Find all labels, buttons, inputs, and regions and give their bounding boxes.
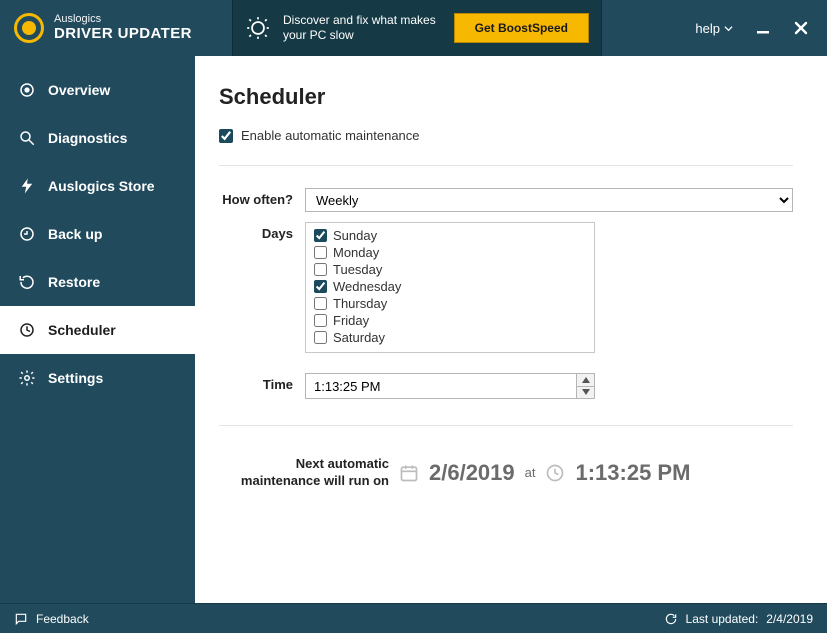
sidebar-item-diagnostics[interactable]: Diagnostics — [0, 114, 195, 162]
days-listbox: Sunday Monday Tuesday Wednesday Thursday… — [305, 222, 595, 353]
restore-icon — [18, 273, 36, 291]
footer: Feedback Last updated: 2/4/2019 — [0, 603, 827, 633]
promo-line2: your PC slow — [283, 28, 436, 43]
next-run-value: 2/6/2019 at 1:13:25 PM — [399, 460, 690, 486]
day-row-wednesday[interactable]: Wednesday — [314, 278, 586, 295]
lightbulb-icon — [245, 15, 271, 41]
day-label: Thursday — [333, 296, 387, 311]
titlebar-right: help — [602, 20, 827, 36]
sidebar-item-overview[interactable]: Overview — [0, 66, 195, 114]
sidebar-item-label: Auslogics Store — [48, 178, 155, 194]
brand-line1: Auslogics — [54, 14, 192, 26]
day-checkbox[interactable] — [314, 229, 327, 242]
sidebar-item-backup[interactable]: Back up — [0, 210, 195, 258]
frequency-row: How often? Weekly — [219, 188, 793, 212]
help-label: help — [695, 21, 720, 36]
day-label: Monday — [333, 245, 379, 260]
backup-icon — [18, 225, 36, 243]
refresh-icon — [664, 612, 678, 626]
promo-text: Discover and fix what makes your PC slow — [283, 13, 436, 43]
bolt-icon — [18, 177, 36, 195]
days-label: Days — [219, 222, 305, 353]
day-label: Saturday — [333, 330, 385, 345]
day-row-saturday[interactable]: Saturday — [314, 329, 586, 346]
spinner-down-button[interactable] — [577, 387, 594, 399]
time-spinner — [576, 374, 594, 398]
sidebar-item-label: Diagnostics — [48, 130, 127, 146]
time-label: Time — [219, 373, 305, 399]
enable-maintenance-row: Enable automatic maintenance — [219, 128, 793, 143]
sidebar: Overview Diagnostics Auslogics Store Bac… — [0, 56, 195, 603]
day-checkbox[interactable] — [314, 297, 327, 310]
app-window: Auslogics DRIVER UPDATER Discover and fi… — [0, 0, 827, 633]
feedback-link[interactable]: Feedback — [14, 612, 89, 626]
last-updated-value: 2/4/2019 — [766, 612, 813, 626]
frequency-label: How often? — [219, 188, 305, 212]
day-checkbox[interactable] — [314, 331, 327, 344]
day-checkbox[interactable] — [314, 263, 327, 276]
day-label: Tuesday — [333, 262, 382, 277]
day-row-tuesday[interactable]: Tuesday — [314, 261, 586, 278]
next-run-time: 1:13:25 PM — [575, 460, 690, 486]
search-icon — [18, 129, 36, 147]
last-updated: Last updated: 2/4/2019 — [664, 612, 813, 626]
sidebar-item-label: Scheduler — [48, 322, 116, 338]
body: Overview Diagnostics Auslogics Store Bac… — [0, 56, 827, 603]
next-run-at: at — [525, 465, 536, 480]
divider — [219, 165, 793, 166]
sidebar-item-scheduler[interactable]: Scheduler — [0, 306, 195, 354]
gear-icon — [18, 369, 36, 387]
sidebar-item-label: Back up — [48, 226, 102, 242]
enable-maintenance-checkbox[interactable] — [219, 129, 233, 143]
time-row: Time — [219, 373, 793, 399]
minimize-button[interactable] — [755, 20, 771, 36]
page-title: Scheduler — [219, 84, 793, 110]
divider — [219, 425, 793, 426]
day-row-friday[interactable]: Friday — [314, 312, 586, 329]
brand-text: Auslogics DRIVER UPDATER — [54, 14, 192, 41]
brand-line2: DRIVER UPDATER — [54, 26, 192, 42]
promo-line1: Discover and fix what makes — [283, 13, 436, 28]
day-label: Sunday — [333, 228, 377, 243]
brand: Auslogics DRIVER UPDATER — [0, 13, 232, 43]
sidebar-item-label: Overview — [48, 82, 110, 98]
sidebar-item-settings[interactable]: Settings — [0, 354, 195, 402]
sidebar-item-restore[interactable]: Restore — [0, 258, 195, 306]
time-input[interactable] — [306, 374, 576, 398]
day-checkbox[interactable] — [314, 280, 327, 293]
content: Scheduler Enable automatic maintenance H… — [195, 56, 827, 603]
calendar-icon — [399, 463, 419, 483]
close-button[interactable] — [793, 20, 809, 36]
next-run-date: 2/6/2019 — [429, 460, 515, 486]
next-run: Next automatic maintenance will run on 2… — [219, 456, 793, 490]
get-boostspeed-button[interactable]: Get BoostSpeed — [454, 13, 589, 43]
day-checkbox[interactable] — [314, 314, 327, 327]
clock-icon — [18, 321, 36, 339]
next-run-label: Next automatic maintenance will run on — [219, 456, 389, 490]
feedback-label: Feedback — [36, 612, 89, 626]
day-row-monday[interactable]: Monday — [314, 244, 586, 261]
frequency-select[interactable]: Weekly — [305, 188, 793, 212]
feedback-icon — [14, 612, 28, 626]
days-row: Days Sunday Monday Tuesday Wednesday Thu… — [219, 222, 793, 353]
day-row-thursday[interactable]: Thursday — [314, 295, 586, 312]
day-row-sunday[interactable]: Sunday — [314, 227, 586, 244]
day-checkbox[interactable] — [314, 246, 327, 259]
day-label: Friday — [333, 313, 369, 328]
sidebar-item-store[interactable]: Auslogics Store — [0, 162, 195, 210]
promo-panel: Discover and fix what makes your PC slow… — [232, 0, 602, 56]
help-menu[interactable]: help — [695, 21, 733, 36]
app-logo-icon — [14, 13, 44, 43]
target-icon — [18, 81, 36, 99]
enable-maintenance-label: Enable automatic maintenance — [241, 128, 420, 143]
clock-icon — [545, 463, 565, 483]
time-input-wrap — [305, 373, 595, 399]
chevron-down-icon — [724, 24, 733, 33]
day-label: Wednesday — [333, 279, 401, 294]
spinner-up-button[interactable] — [577, 374, 594, 387]
last-updated-label: Last updated: — [686, 612, 759, 626]
titlebar: Auslogics DRIVER UPDATER Discover and fi… — [0, 0, 827, 56]
sidebar-item-label: Settings — [48, 370, 103, 386]
sidebar-item-label: Restore — [48, 274, 100, 290]
